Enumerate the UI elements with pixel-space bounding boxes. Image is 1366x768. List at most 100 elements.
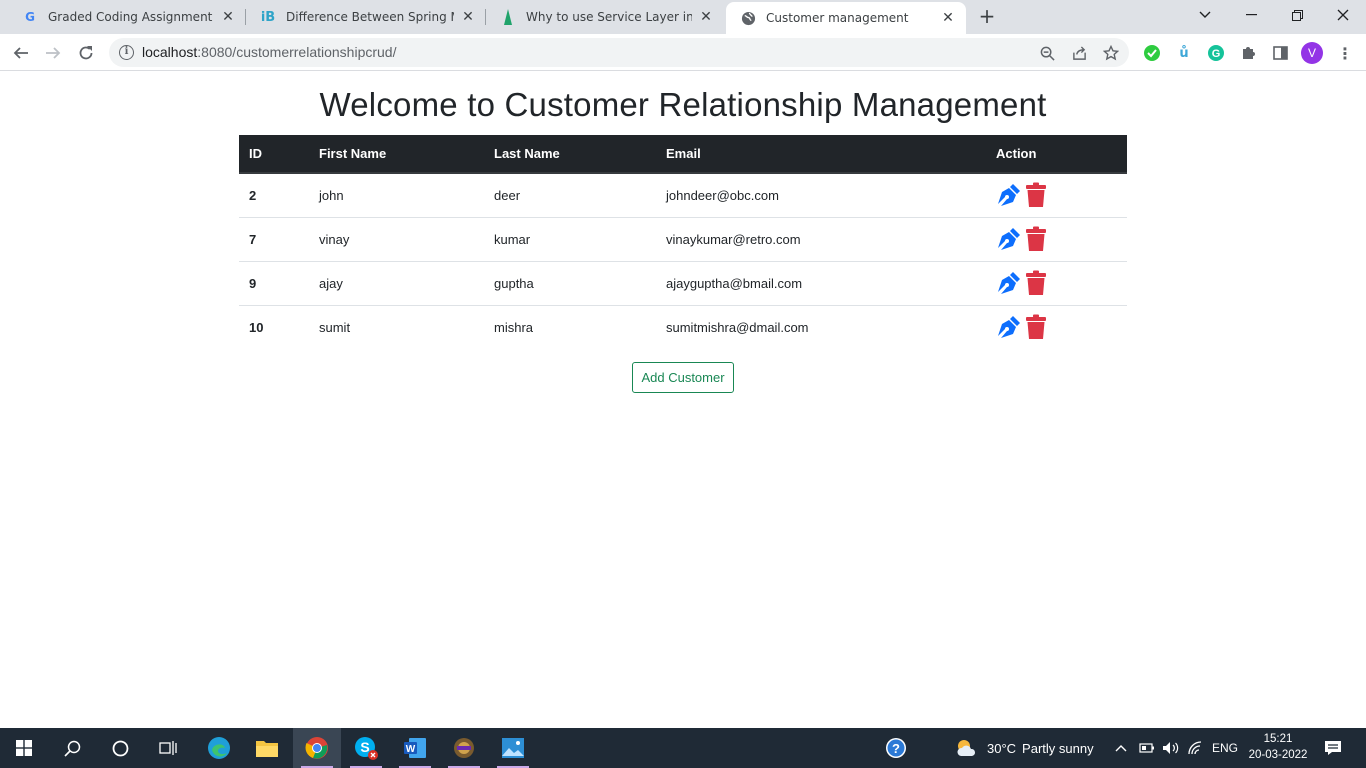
svg-text:G: G	[1212, 48, 1221, 60]
back-button[interactable]	[8, 40, 34, 66]
notifications-icon[interactable]	[1324, 728, 1342, 768]
close-icon[interactable]: ✕	[460, 9, 476, 25]
tab-graded-assignment[interactable]: G Graded Coding Assignment 5: Ba ✕	[8, 0, 246, 34]
forward-button[interactable]	[40, 40, 66, 66]
zoom-icon[interactable]	[1038, 44, 1056, 62]
edit-pen-icon[interactable]	[996, 314, 1022, 340]
edit-pen-icon[interactable]	[996, 226, 1022, 252]
cortana-icon[interactable]	[96, 728, 144, 768]
help-icon[interactable]: ?	[872, 728, 920, 768]
close-icon[interactable]: ✕	[220, 9, 236, 25]
weather-temp: 30°C	[987, 740, 1017, 756]
column-header-action: Action	[986, 135, 1127, 174]
delete-trash-icon[interactable]	[1025, 182, 1047, 208]
url-host: localhost	[142, 44, 198, 60]
url-text[interactable]: localhost:8080/customerrelationshipcrud/	[142, 44, 397, 60]
edit-pen-icon[interactable]	[996, 270, 1022, 296]
delete-trash-icon[interactable]	[1025, 314, 1047, 340]
word-icon[interactable]: W	[391, 728, 439, 768]
action-group	[996, 314, 1117, 340]
page-content: Welcome to Customer Relationship Managem…	[0, 72, 1366, 728]
grammarly-icon[interactable]: G	[1206, 43, 1226, 63]
wifi-icon[interactable]	[1187, 728, 1203, 768]
cell-id: 9	[239, 261, 309, 306]
restore-button[interactable]	[1274, 0, 1320, 30]
ib-icon: iB	[260, 9, 276, 25]
tab-title: Why to use Service Layer in Sprin	[526, 10, 692, 24]
cell-email: vinaykumar@retro.com	[656, 217, 986, 262]
green-extension-icon[interactable]	[1142, 43, 1162, 63]
baeldung-icon	[500, 9, 516, 25]
extensions-puzzle-icon[interactable]	[1238, 43, 1258, 63]
table-row: 7 vinay kumar vinaykumar@retro.com	[239, 217, 1127, 262]
action-group	[996, 226, 1117, 252]
cell-first-name: sumit	[319, 319, 351, 335]
cell-email: sumitmishra@dmail.com	[666, 319, 809, 335]
action-group	[996, 270, 1117, 296]
chrome-icon[interactable]	[293, 728, 341, 768]
table-row: 2 john deer johndeer@obc.com	[239, 173, 1127, 218]
cell-id: 10	[249, 319, 264, 335]
u-extension-icon[interactable]: ů	[1174, 43, 1194, 63]
column-header-last-name: Last Name	[484, 135, 656, 174]
partly-sunny-icon	[957, 740, 976, 756]
minimize-button[interactable]	[1228, 0, 1274, 30]
cell-id: 7	[239, 217, 309, 262]
cell-actions	[986, 261, 1127, 306]
tab-title: Difference Between Spring MVC	[286, 10, 454, 24]
close-icon[interactable]: ✕	[698, 9, 714, 25]
close-window-button[interactable]	[1320, 0, 1366, 30]
start-button[interactable]	[0, 728, 48, 768]
share-icon[interactable]	[1070, 44, 1088, 62]
tab-spring-mvc[interactable]: iB Difference Between Spring MVC ✕	[246, 0, 486, 34]
windows-taskbar: S W ? 30°C Partly sunny ENG 15:21 20-03-…	[0, 728, 1366, 768]
game-app-icon[interactable]	[440, 728, 488, 768]
volume-icon[interactable]	[1162, 728, 1180, 768]
column-header-email: Email	[656, 135, 986, 174]
table-header-row: ID First Name Last Name Email Action	[239, 135, 1127, 174]
url-path: :8080/customerrelationshipcrud/	[197, 44, 397, 60]
tab-title: Graded Coding Assignment 5: Ba	[48, 10, 214, 24]
side-panel-icon[interactable]	[1270, 43, 1290, 63]
chevron-up-icon[interactable]	[1114, 728, 1128, 768]
bookmark-star-icon[interactable]	[1102, 44, 1120, 62]
new-tab-button[interactable]: +	[975, 6, 999, 28]
cell-actions	[986, 305, 1127, 349]
address-bar[interactable]: i localhost:8080/customerrelationshipcru…	[109, 38, 1129, 67]
cell-last-name: mishra	[494, 319, 534, 335]
table-row: 9 ajay guptha ajayguptha@bmail.com	[239, 261, 1127, 306]
profile-avatar[interactable]: V	[1301, 42, 1323, 64]
globe-icon	[740, 10, 756, 26]
skype-icon[interactable]: S	[342, 728, 390, 768]
edge-icon[interactable]	[195, 728, 243, 768]
file-explorer-icon[interactable]	[243, 728, 291, 768]
cell-last-name: deer	[484, 173, 656, 218]
menu-dots-icon[interactable]: ⋮	[1335, 43, 1355, 63]
tab-strip: G Graded Coding Assignment 5: Ba ✕ iB Di…	[0, 0, 1366, 34]
customer-table: ID First Name Last Name Email Action 2 jo…	[239, 135, 1127, 349]
cell-last-name: kumar	[484, 217, 656, 262]
reload-button[interactable]	[73, 40, 99, 66]
delete-trash-icon[interactable]	[1025, 270, 1047, 296]
add-customer-button[interactable]: Add Customer	[632, 362, 734, 393]
column-header-first-name: First Name	[309, 135, 484, 174]
language-indicator[interactable]: ENG	[1212, 728, 1238, 768]
battery-icon[interactable]	[1139, 728, 1155, 768]
delete-trash-icon[interactable]	[1025, 226, 1047, 252]
cell-first-name: john	[309, 173, 484, 218]
weather-widget[interactable]: 30°C Partly sunny	[955, 728, 1094, 768]
cell-email: johndeer@obc.com	[656, 173, 986, 218]
tab-customer-management[interactable]: Customer management ✕	[726, 2, 966, 34]
system-clock[interactable]: 15:21 20-03-2022	[1240, 731, 1316, 763]
edit-pen-icon[interactable]	[996, 182, 1022, 208]
search-icon[interactable]	[48, 728, 96, 768]
browser-toolbar: i localhost:8080/customerrelationshipcru…	[0, 34, 1366, 71]
task-view-icon[interactable]	[144, 728, 192, 768]
close-icon[interactable]: ✕	[940, 10, 956, 26]
photos-icon[interactable]	[489, 728, 537, 768]
cell-actions	[986, 217, 1127, 262]
tab-service-layer[interactable]: Why to use Service Layer in Sprin ✕	[486, 0, 724, 34]
action-group	[996, 182, 1117, 208]
info-icon[interactable]: i	[119, 45, 134, 60]
tab-search-button[interactable]	[1182, 0, 1228, 30]
